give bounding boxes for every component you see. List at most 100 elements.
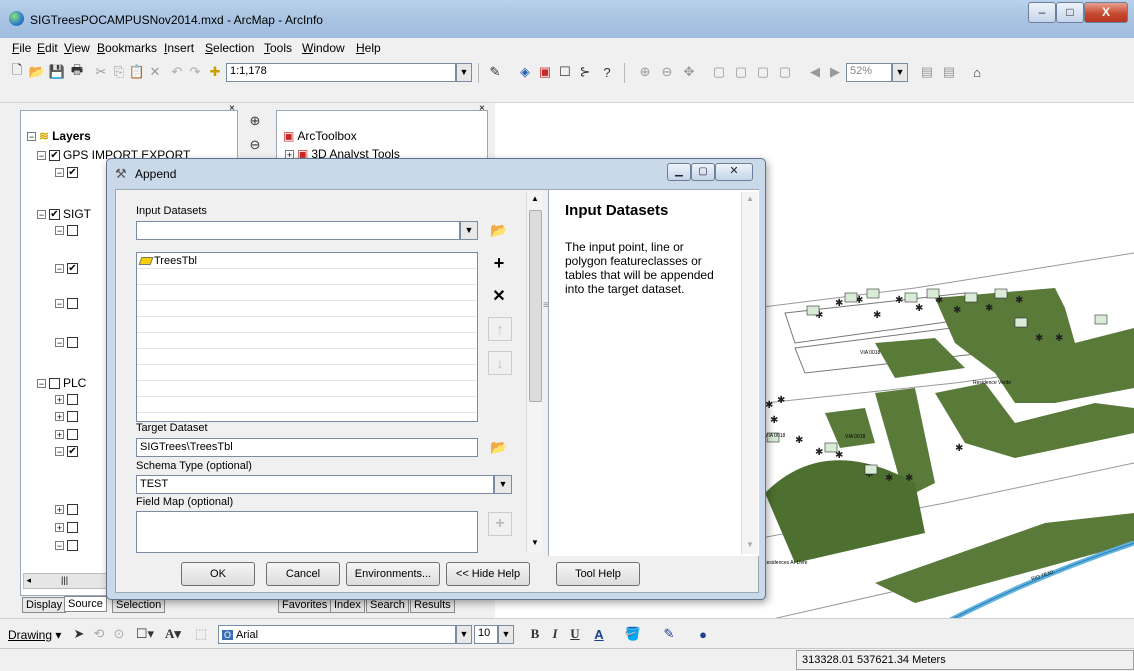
input-datasets-dropdown[interactable]: ▼ [460, 221, 478, 240]
collapse-icon[interactable]: − [55, 226, 64, 236]
toc-layer-sigt[interactable]: − ✔ SIGT [37, 207, 91, 221]
editor-toolbar-icon[interactable]: ✎ [486, 63, 504, 81]
toggle-draft-mode-icon[interactable]: ▤ [918, 63, 936, 81]
whats-this-icon[interactable]: ? [598, 63, 616, 81]
input-datasets-list[interactable]: TreesTbl [136, 252, 478, 422]
toc-sublayer[interactable]: − [55, 225, 78, 236]
layer-visibility-checkbox[interactable] [67, 298, 78, 309]
toc-sublayer[interactable]: + [55, 429, 78, 440]
layout-pan-icon[interactable]: ✥ [680, 63, 698, 81]
toc-close-icon[interactable]: × [229, 103, 235, 114]
minimize-button[interactable]: – [1028, 2, 1056, 23]
menu-insert[interactable]: Insert [164, 41, 194, 55]
collapse-icon[interactable]: − [55, 447, 64, 457]
dialog-close-button[interactable]: ✕ [715, 163, 753, 181]
new-document-icon[interactable]: 🗋 [8, 62, 26, 81]
copy-icon[interactable]: ⎘ [110, 63, 128, 81]
target-dataset-input[interactable]: SIGTrees\TreesTbl [136, 438, 478, 457]
ok-button[interactable]: OK [181, 562, 255, 586]
expand-icon[interactable]: + [55, 412, 64, 422]
redo-icon[interactable]: ↷ [186, 63, 204, 81]
expand-icon[interactable]: + [55, 523, 64, 533]
table-of-contents-icon[interactable]: ◈ [516, 63, 534, 81]
toc-sublayer[interactable]: − ✔ [55, 167, 78, 178]
browse-folder-icon[interactable]: 📂 [488, 436, 510, 458]
close-button[interactable]: X [1084, 2, 1128, 23]
toc-sublayer[interactable]: − [55, 540, 78, 551]
tab-source[interactable]: Source [64, 596, 107, 612]
delete-icon[interactable]: ✕ [146, 63, 164, 81]
menu-edit[interactable]: Edit [37, 41, 58, 55]
open-folder-icon[interactable]: 📂 [28, 63, 46, 81]
layer-visibility-checkbox[interactable] [67, 225, 78, 236]
layer-visibility-checkbox[interactable]: ✔ [67, 167, 78, 178]
font-color-button[interactable]: A [590, 625, 608, 643]
toc-layer-plc[interactable]: − PLC [37, 376, 86, 390]
layout-zoom-in-icon[interactable]: ⊕ [636, 63, 654, 81]
move-up-icon[interactable]: ↑ [488, 317, 512, 341]
layer-visibility-checkbox[interactable] [67, 429, 78, 440]
expand-icon[interactable]: + [55, 430, 64, 440]
line-color-icon[interactable]: ✎ [660, 625, 678, 643]
font-size-combo[interactable]: 10 [474, 625, 498, 644]
cancel-button[interactable]: Cancel [266, 562, 340, 586]
text-icon[interactable]: A▾ [164, 625, 182, 643]
collapse-icon[interactable]: − [55, 299, 64, 309]
layer-visibility-checkbox[interactable] [49, 377, 60, 389]
undo-icon[interactable]: ↶ [168, 63, 186, 81]
collapse-icon[interactable]: − [55, 541, 64, 551]
toc-layers-row[interactable]: − ≋ Layers [27, 129, 91, 143]
collapse-icon[interactable]: − [37, 150, 46, 160]
scroll-up-arrow-icon[interactable]: ▲ [531, 194, 539, 203]
arctoolbox-icon[interactable]: ▣ [536, 63, 554, 81]
list-item[interactable]: TreesTbl [138, 255, 197, 267]
toc-sublayer[interactable]: − [55, 337, 78, 348]
drawing-menu[interactable]: Drawing ▾ [8, 628, 61, 642]
bold-button[interactable]: B [526, 625, 544, 643]
toc-sublayer[interactable]: − ✔ [55, 446, 78, 457]
collapse-icon[interactable]: − [37, 378, 46, 388]
expand-icon[interactable]: + [55, 395, 64, 405]
menu-tools[interactable]: Tools [264, 41, 292, 55]
dialog-minimize-button[interactable]: ▁ [667, 163, 691, 181]
menu-file[interactable]: File [12, 41, 31, 55]
fixed-zoom-in-icon[interactable]: ▢ [754, 63, 772, 81]
collapse-icon[interactable]: − [55, 264, 64, 274]
scroll-thumb[interactable] [529, 210, 542, 402]
font-name-dropdown[interactable]: ▼ [456, 625, 472, 644]
underline-button[interactable]: U [566, 625, 584, 643]
window-title-bar[interactable]: SIGTreesPOCAMPUSNov2014.mxd - ArcMap - A… [0, 0, 1134, 38]
layer-visibility-checkbox[interactable] [67, 504, 78, 515]
help-scrollbar[interactable]: ▲ ▼ [741, 192, 758, 554]
edit-vertices-icon[interactable]: ⬚ [192, 625, 210, 643]
browse-folder-icon[interactable]: 📂 [488, 219, 510, 241]
map-scale-dropdown[interactable]: ▼ [456, 63, 472, 82]
form-scrollbar[interactable]: ▲ ▼ [526, 192, 543, 552]
schema-type-dropdown[interactable]: ▼ [494, 475, 512, 494]
save-icon[interactable]: 💾 [48, 63, 66, 81]
hide-help-button[interactable]: << Hide Help [446, 562, 530, 586]
dialog-maximize-button[interactable]: ▢ [691, 163, 715, 181]
expand-icon[interactable]: + [55, 505, 64, 515]
zoom-to-selected-icon[interactable]: ⊙ [110, 625, 128, 643]
python-window-icon[interactable]: ☐ [556, 63, 574, 81]
map-scale-combo[interactable]: 1:1,178 [226, 63, 456, 82]
collapse-icon[interactable]: − [27, 131, 36, 141]
go-forward-extent-icon[interactable]: ▶ [826, 63, 844, 81]
toc-horizontal-scrollbar[interactable]: ◂ ||| [23, 573, 115, 589]
collapse-icon[interactable]: − [37, 209, 46, 219]
toc-sublayer[interactable]: + [55, 411, 78, 422]
menu-selection[interactable]: Selection [205, 41, 254, 55]
collapse-icon[interactable]: − [55, 338, 64, 348]
arctoolbox-root[interactable]: ▣ ArcToolbox [283, 129, 357, 143]
fixed-zoom-out-icon[interactable]: ▢ [776, 63, 794, 81]
input-datasets-combo[interactable] [136, 221, 460, 240]
menu-help[interactable]: Help [356, 41, 381, 55]
scroll-down-arrow-icon[interactable]: ▼ [531, 538, 539, 547]
scroll-down-arrow-icon[interactable]: ▼ [746, 540, 754, 549]
fill-color-icon[interactable]: 🪣 [624, 625, 642, 643]
change-layout-icon[interactable]: ⌂ [968, 63, 986, 81]
layout-zoom-combo[interactable]: 52% [846, 63, 892, 82]
field-map-list[interactable] [136, 511, 478, 553]
select-elements-icon[interactable]: ➤ [70, 625, 88, 643]
